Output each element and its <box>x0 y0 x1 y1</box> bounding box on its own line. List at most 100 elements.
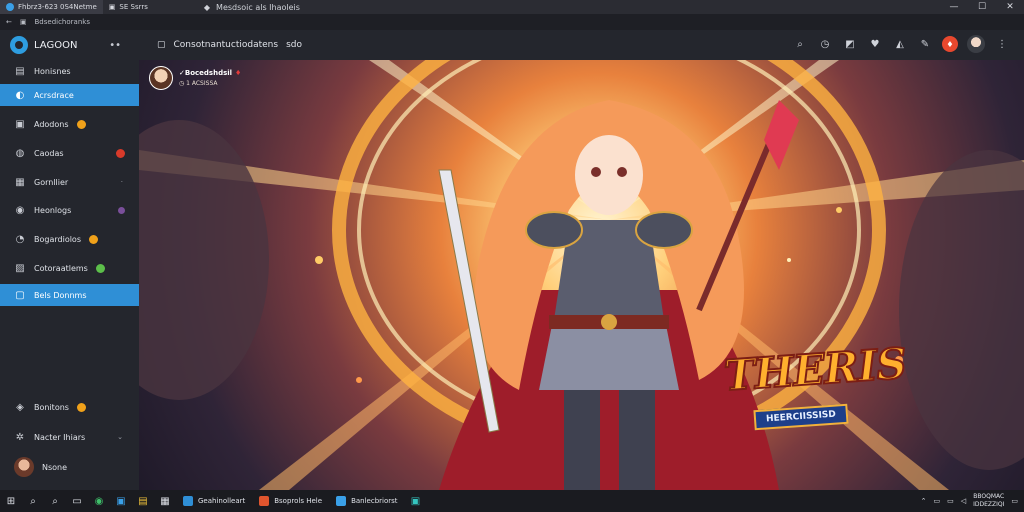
edit-icon[interactable]: ✎ <box>917 36 933 52</box>
browser-icon[interactable]: ◉ <box>88 490 110 512</box>
author-name-text: ✓Bocedshdsil <box>179 69 233 77</box>
bookmark-icon[interactable]: ◩ <box>842 36 858 52</box>
clock[interactable]: BBOQMAC IDDEZZIQI <box>973 493 1004 509</box>
brand[interactable]: LAGOON •• <box>0 30 139 60</box>
taskbar-app-1[interactable]: Geahinolleart <box>176 490 252 512</box>
search-alt-icon[interactable]: ⌕ <box>44 490 66 512</box>
browser-tab-2[interactable]: ▣ SE Ssrrs <box>103 0 154 14</box>
sidebar-item-label: Caodas <box>34 148 64 158</box>
sidebar-profile[interactable]: Nsone <box>0 456 139 478</box>
sidebar-item-1[interactable]: ◐ Acrsdrace <box>0 84 139 106</box>
heart-icon[interactable]: ♥ <box>867 36 883 52</box>
image-icon: ▨ <box>15 262 25 274</box>
sidebar-item-bottom-1[interactable]: ✲ Nacter Ihiars ⌄ <box>0 426 139 448</box>
volume-icon[interactable]: ◁ <box>961 497 966 505</box>
chat-icon: ◔ <box>15 233 25 245</box>
sidebar-item-label: Honisnes <box>34 66 71 76</box>
notification-badge <box>89 234 98 244</box>
avatar <box>14 457 34 477</box>
sidebar-item-5[interactable]: ◉ Heonlogs <box>0 199 139 221</box>
tray-expand-icon[interactable]: ⌃ <box>921 497 927 505</box>
taskbar: ⊞ ⌕ ⌕ ▭ ◉ ▣ ▤ ▦ Geahinolleart Bsoprols H… <box>0 490 1024 512</box>
close-button[interactable]: ✕ <box>996 0 1024 14</box>
more-icon[interactable]: •• <box>109 40 121 51</box>
app-window: Fhbrz3-623 0S4Netme ▣ SE Ssrrs ◆ Mesdsoi… <box>0 0 1024 512</box>
sidebar-item-8[interactable]: ▢ Bels Donnms <box>0 284 139 306</box>
post-header: ✓Bocedshdsil ♦ ◷ 1 ACSISSA <box>149 66 241 90</box>
notification-badge <box>95 263 105 273</box>
pin-icon: ◉ <box>15 204 25 216</box>
game-logo-title: THERIS <box>722 338 909 402</box>
windows-start-icon[interactable]: ⊞ <box>0 490 22 512</box>
clock-time: BBOQMAC <box>973 493 1005 500</box>
users-icon: ◈ <box>16 401 24 413</box>
notification-badge <box>118 206 125 214</box>
app-icon <box>259 496 270 506</box>
sidebar-item-bottom-0[interactable]: ◈ Bonitons <box>0 396 139 418</box>
globe-icon: ◍ <box>15 147 25 159</box>
folder-icon: ▢ <box>15 289 25 301</box>
gem-icon: ♦ <box>235 69 242 77</box>
content-header: ▢ Consotnantuctiodatens sdo ⌕ ◷ ◩ ♥ ◭ ✎ … <box>139 30 1024 60</box>
store-icon[interactable]: ▣ <box>110 490 132 512</box>
sidebar-item-4[interactable]: ▦ Gornllier · <box>0 171 139 193</box>
network-icon[interactable]: ▭ <box>933 497 940 505</box>
taskbar-app-2[interactable]: Bsoprols Hele <box>252 490 329 512</box>
menu-icon[interactable]: ⋮ <box>994 36 1010 52</box>
maximize-button[interactable]: ☐ <box>968 0 996 14</box>
window-title: ◆ Mesdsoic als Ihaoleis <box>204 3 300 12</box>
profile-name: Nsone <box>42 462 68 472</box>
alert-icon[interactable]: ♦ <box>942 36 958 52</box>
folder-icon[interactable]: ▤ <box>132 490 154 512</box>
sidebar-item-3[interactable]: ◍ Caodas <box>0 142 139 164</box>
sidebar-item-7[interactable]: ▨ Cotoraatlems <box>0 257 139 279</box>
sidebar-item-label: Bels Donnms <box>34 290 87 300</box>
share-icon[interactable]: ◭ <box>892 36 908 52</box>
author-name[interactable]: ✓Bocedshdsil ♦ <box>179 69 241 77</box>
sidebar-item-label: Bogardiolos <box>34 234 81 244</box>
notification-badge <box>76 119 86 129</box>
post-timestamp: ◷ 1 ACSISSA <box>179 80 218 87</box>
app-logo-icon <box>10 36 28 54</box>
search-icon[interactable]: ⌕ <box>22 490 44 512</box>
home-icon: ▤ <box>15 65 25 77</box>
task-view-icon[interactable]: ▭ <box>66 490 88 512</box>
sidebar-item-6[interactable]: ◔ Bogardiolos <box>0 228 139 250</box>
sidebar-item-2[interactable]: ▣ Adodons <box>0 113 139 135</box>
sidebar-item-label: Acrsdrace <box>34 90 74 100</box>
tab-favicon-icon <box>6 3 14 11</box>
clock-icon[interactable]: ◷ <box>817 36 833 52</box>
hero-artwork[interactable]: ✓Bocedshdsil ♦ ◷ 1 ACSISSA THERIS HEERCII… <box>139 60 1024 490</box>
window-title-text: Mesdsoic als Ihaoleis <box>216 2 300 12</box>
taskbar-app-3[interactable]: Banlecbriorst <box>329 490 404 512</box>
address-text[interactable]: Bdsedichoranks <box>35 18 90 26</box>
window-app-icon: ◆ <box>203 2 211 12</box>
minimize-button[interactable]: — <box>940 0 968 14</box>
keyboard-icon[interactable]: ▭ <box>947 497 954 505</box>
terminal-icon[interactable]: ▣ <box>405 490 427 512</box>
sidebar-item-label: Adodons <box>34 119 69 129</box>
game-logo-subtitle: HEERCIISSISD <box>753 403 849 431</box>
page-icon: ▣ <box>19 18 27 26</box>
user-avatar[interactable] <box>967 35 985 53</box>
sidebar-item-0[interactable]: ▤ Honisnes <box>0 60 139 82</box>
sidebar-item-label: Nacter Ihiars <box>34 432 86 442</box>
browser-tab-1[interactable]: Fhbrz3-623 0S4Netme <box>0 0 103 14</box>
calendar-icon[interactable]: ▦ <box>154 490 176 512</box>
tab-label: Fhbrz3-623 0S4Netme <box>18 3 97 11</box>
content-title: ▢ Consotnantuctiodatens sdo <box>157 40 302 50</box>
clock-date: IDDEZZIQI <box>973 501 1005 508</box>
author-avatar[interactable] <box>149 66 173 90</box>
notification-icon[interactable]: ▭ <box>1011 497 1018 505</box>
tab-label: SE Ssrrs <box>119 3 148 11</box>
sidebar-item-label: Heonlogs <box>34 205 72 215</box>
back-icon[interactable]: ← <box>6 18 12 26</box>
sidebar: LAGOON •• ▤ Honisnes ◐ Acrsdrace ▣ Adodo… <box>0 30 139 490</box>
search-icon[interactable]: ⌕ <box>792 36 808 52</box>
taskbar-app-label: Geahinolleart <box>198 497 246 505</box>
app-icon <box>183 496 193 506</box>
brand-name: LAGOON <box>34 39 78 51</box>
taskbar-app-label: Banlecbriorst <box>351 497 398 505</box>
sidebar-item-label: Bonitons <box>34 402 69 412</box>
sidebar-item-label: Cotoraatlems <box>34 263 88 273</box>
